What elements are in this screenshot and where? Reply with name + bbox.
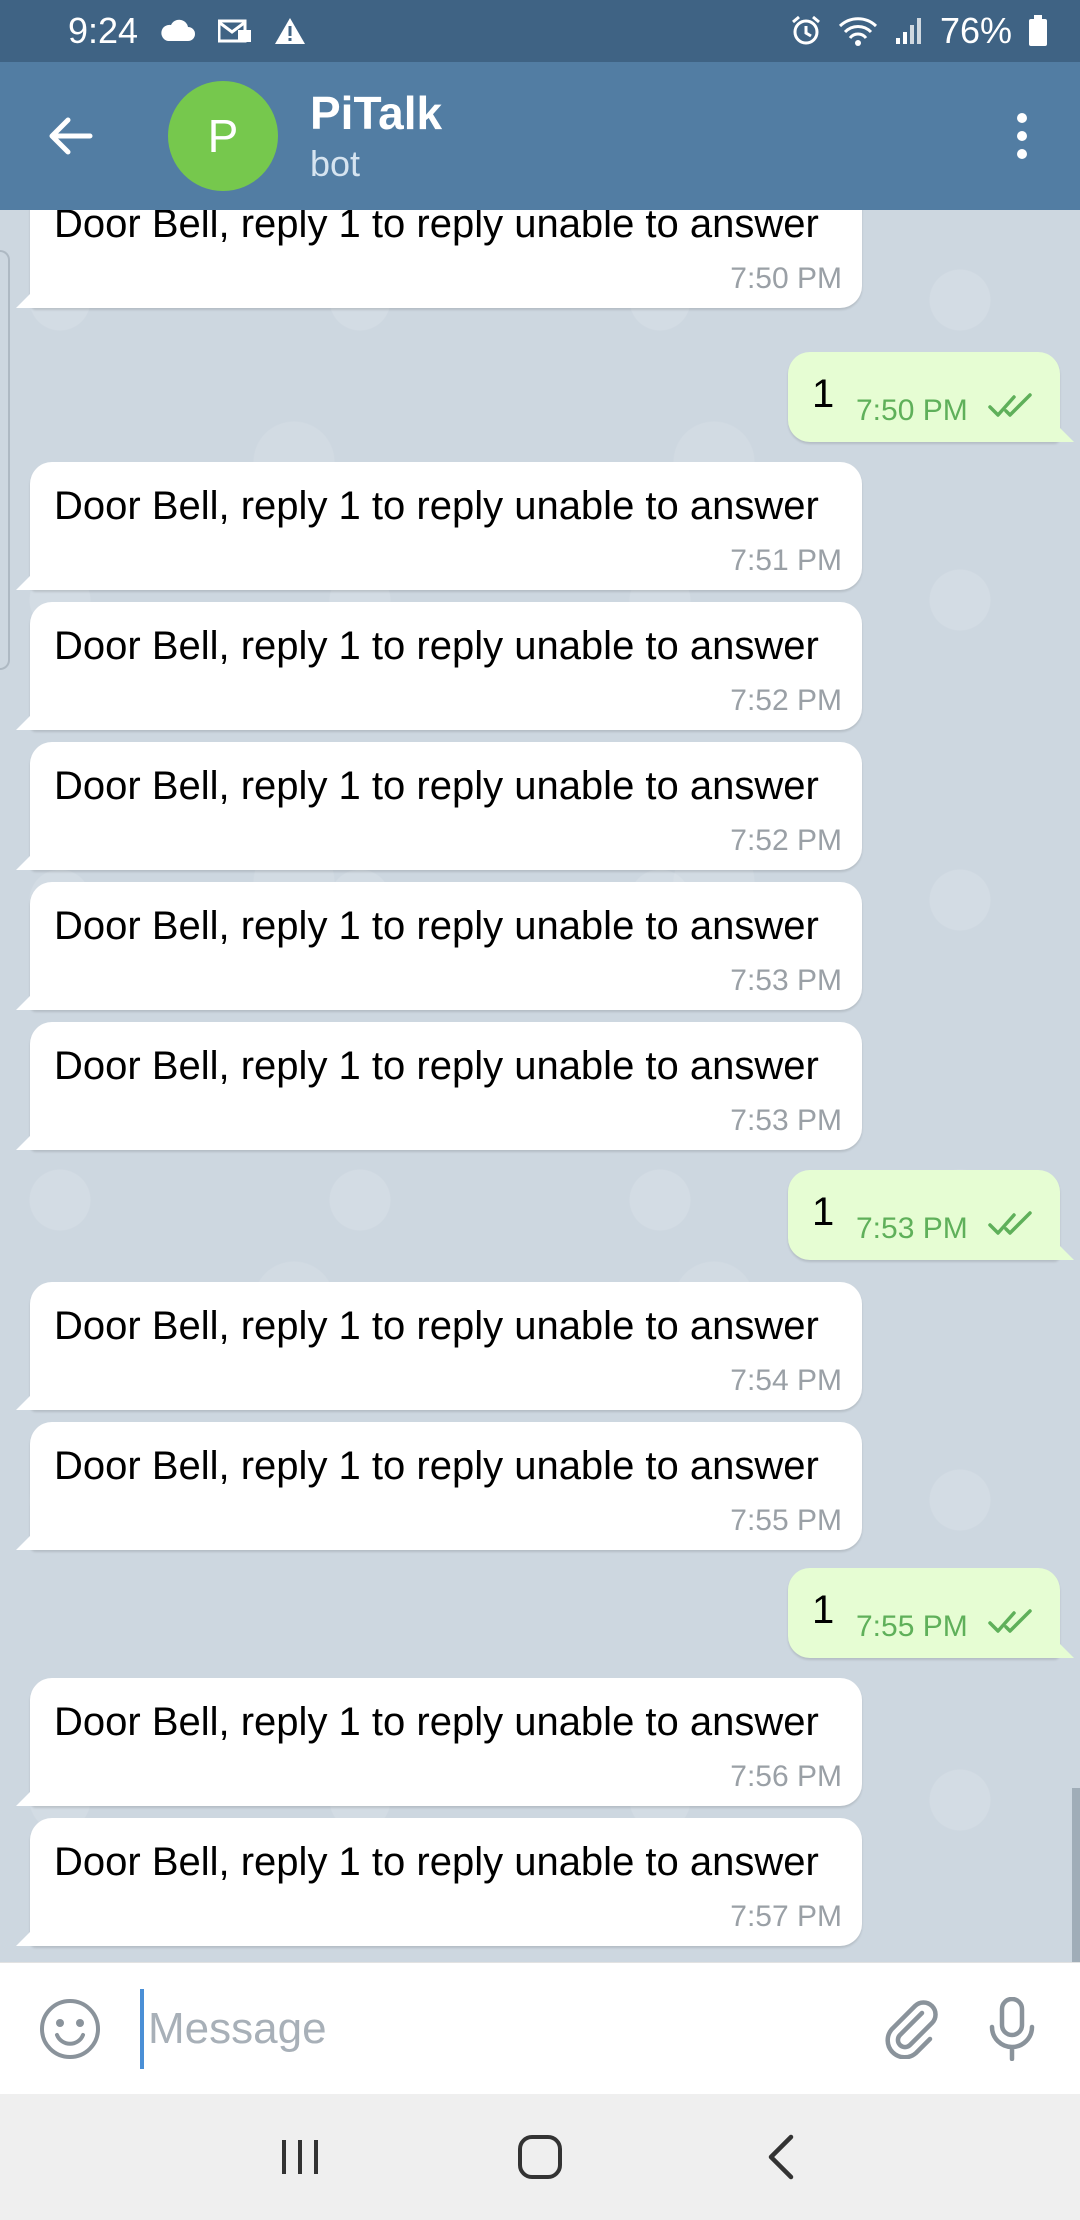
incoming-message[interactable]: Door Bell, reply 1 to reply unable to an… (30, 1422, 862, 1550)
message-time: 7:52 PM (730, 684, 842, 717)
alarm-icon (790, 15, 822, 47)
battery-percent: 76% (939, 10, 1012, 51)
microphone-icon (989, 1997, 1035, 2061)
back-icon (768, 2134, 794, 2180)
arrow-left-icon (49, 117, 93, 155)
composer (0, 1962, 1080, 2094)
incoming-message[interactable]: Door Bell, reply 1 to reply unable to an… (30, 742, 862, 870)
incoming-message[interactable]: Door Bell, reply 1 to reply unable to an… (30, 882, 862, 1010)
message-time: 7:55 PM (730, 1504, 842, 1537)
wifi-icon (838, 16, 878, 46)
telegram-chat-screen: 9:24 76% P PiTalk bot Door Bell, reply 1… (0, 0, 1080, 2220)
chat-info[interactable]: PiTalk bot (310, 85, 442, 187)
message-text: Door Bell, reply 1 to reply unable to an… (54, 1840, 819, 1884)
incoming-message[interactable]: Door Bell, reply 1 to reply unable to an… (30, 210, 862, 308)
cloud-icon (160, 19, 196, 43)
message-text: Door Bell, reply 1 to reply unable to an… (54, 210, 819, 246)
emoji-icon (40, 1998, 100, 2059)
system-nav-bar (0, 2094, 1080, 2220)
message-list[interactable]: Door Bell, reply 1 to reply unable to an… (0, 210, 1080, 1962)
message-text: Door Bell, reply 1 to reply unable to an… (54, 624, 819, 668)
recent-apps-icon (282, 2140, 318, 2174)
incoming-message[interactable]: Door Bell, reply 1 to reply unable to an… (30, 1282, 862, 1410)
outgoing-message[interactable]: 1 7:53 PM (788, 1170, 1060, 1260)
signal-icon (894, 16, 924, 46)
message-time: 7:56 PM (730, 1760, 842, 1793)
message-time: 7:54 PM (730, 1364, 842, 1397)
incoming-message[interactable]: Door Bell, reply 1 to reply unable to an… (30, 1818, 862, 1946)
attach-button[interactable] (860, 1963, 960, 2095)
incoming-message[interactable]: Door Bell, reply 1 to reply unable to an… (30, 1022, 862, 1150)
home-button[interactable] (490, 2107, 590, 2207)
emoji-button[interactable] (0, 1963, 140, 2095)
message-text: Door Bell, reply 1 to reply unable to an… (54, 1700, 819, 1744)
incoming-message[interactable]: Door Bell, reply 1 to reply unable to an… (30, 462, 862, 590)
message-text: Door Bell, reply 1 to reply unable to an… (54, 1044, 819, 1088)
mic-button[interactable] (962, 1963, 1062, 2095)
status-bar: 9:24 76% (0, 0, 1080, 62)
back-nav-button[interactable] (730, 2107, 830, 2207)
message-time: 7:55 PM (856, 1610, 968, 1643)
home-icon (518, 2135, 562, 2179)
message-input[interactable] (140, 1988, 840, 2069)
recent-apps-button[interactable] (250, 2107, 350, 2207)
outgoing-message[interactable]: 1 7:55 PM (788, 1568, 1060, 1658)
chat-title: PiTalk (310, 87, 443, 139)
message-text: Door Bell, reply 1 to reply unable to an… (54, 1444, 819, 1488)
double-check-icon (988, 1210, 1034, 1243)
double-check-icon (988, 392, 1034, 425)
clock: 9:24 (68, 10, 139, 51)
paperclip-icon (885, 2000, 938, 2059)
message-time: 7:53 PM (856, 1212, 968, 1245)
outgoing-message[interactable]: 1 7:50 PM (788, 352, 1060, 442)
battery-icon (1028, 15, 1048, 47)
double-check-icon (988, 1608, 1034, 1641)
message-time: 7:57 PM (730, 1900, 842, 1933)
message-time: 7:53 PM (730, 1104, 842, 1137)
scrollbar[interactable] (1072, 1788, 1080, 1962)
message-time: 7:50 PM (856, 394, 968, 427)
incoming-message[interactable]: Door Bell, reply 1 to reply unable to an… (30, 1678, 862, 1806)
more-options-button[interactable] (982, 62, 1062, 210)
message-time: 7:51 PM (730, 544, 842, 577)
incoming-message[interactable]: Door Bell, reply 1 to reply unable to an… (30, 602, 862, 730)
message-text: 1 (812, 1190, 835, 1234)
back-button[interactable] (0, 62, 140, 210)
message-text: Door Bell, reply 1 to reply unable to an… (54, 904, 819, 948)
message-text: 1 (812, 1588, 835, 1632)
message-time: 7:53 PM (730, 964, 842, 997)
email-icon (218, 18, 252, 44)
message-text: 1 (812, 372, 835, 416)
message-text: Door Bell, reply 1 to reply unable to an… (54, 1304, 819, 1348)
message-time: 7:52 PM (730, 824, 842, 857)
more-vert-icon (1017, 113, 1027, 159)
message-text: Door Bell, reply 1 to reply unable to an… (54, 484, 819, 528)
forwarded-edge (0, 250, 10, 670)
warning-icon (274, 17, 306, 45)
chat-header: P PiTalk bot (0, 62, 1080, 210)
message-time: 7:50 PM (730, 262, 842, 295)
message-text: Door Bell, reply 1 to reply unable to an… (54, 764, 819, 808)
chat-subtitle: bot (310, 143, 361, 184)
avatar[interactable]: P (168, 81, 278, 191)
